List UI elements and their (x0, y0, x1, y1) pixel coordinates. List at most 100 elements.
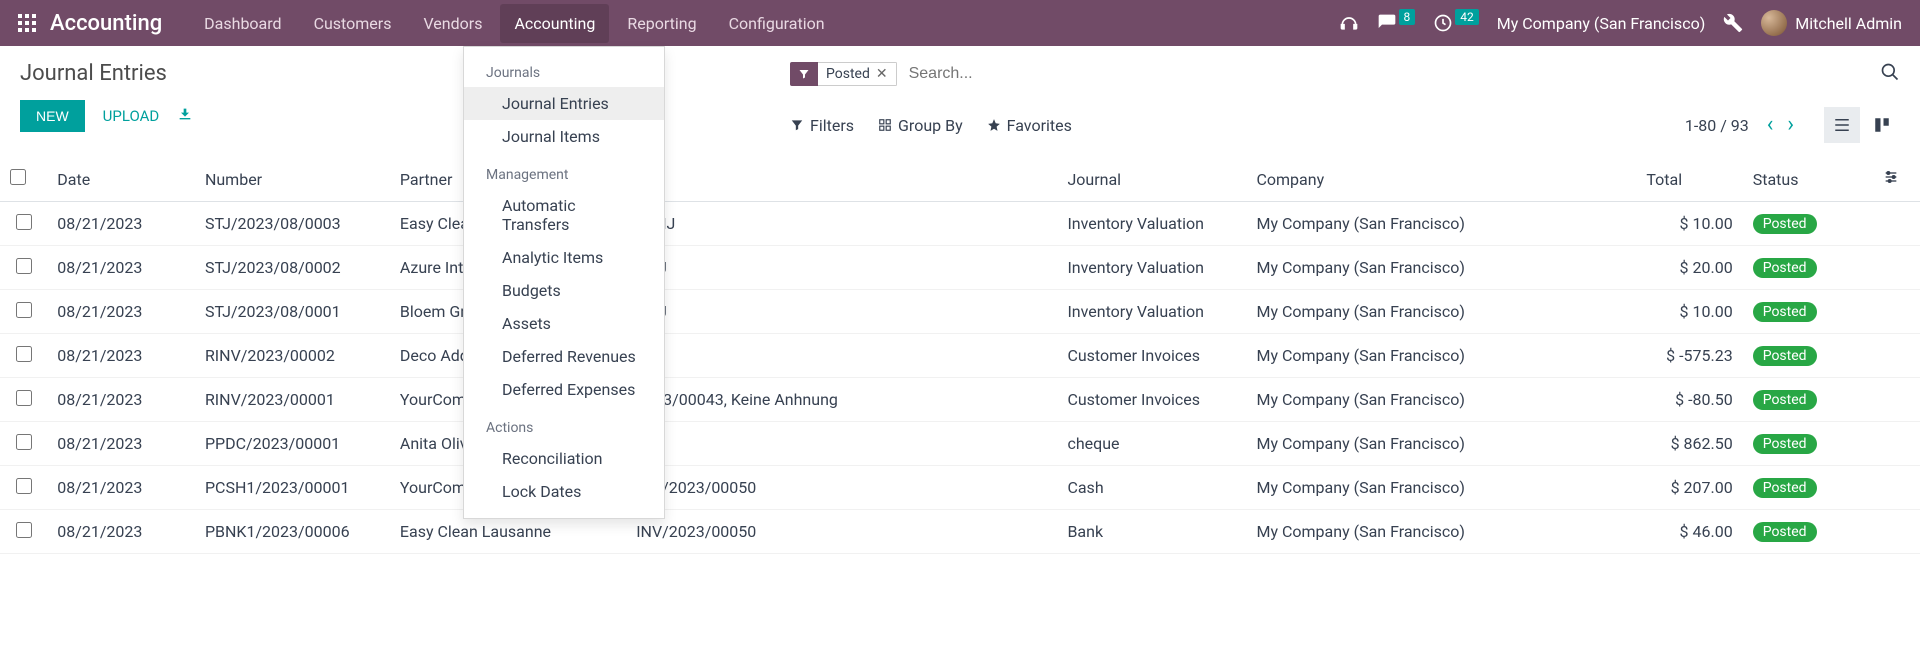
nav-configuration[interactable]: Configuration (715, 4, 839, 43)
nav-vendors[interactable]: Vendors (409, 4, 496, 43)
cell-total: $ 10.00 (1636, 202, 1742, 246)
filters-button[interactable]: Filters (790, 116, 854, 135)
cell-company: My Company (San Francisco) (1246, 202, 1636, 246)
cell-date: 08/21/2023 (47, 378, 195, 422)
col-journal[interactable]: Journal (1057, 157, 1246, 202)
main-nav: Dashboard Customers Vendors Accounting R… (190, 4, 838, 43)
table-row[interactable]: 08/21/2023PBNK1/2023/00006Easy Clean Lau… (0, 510, 1920, 554)
row-checkbox[interactable] (16, 214, 32, 230)
user-menu[interactable]: Mitchell Admin (1761, 10, 1902, 36)
dd-reconciliation[interactable]: Reconciliation (464, 442, 664, 475)
cell-number: STJ/2023/08/0002 (195, 246, 390, 290)
col-status[interactable]: Status (1743, 157, 1873, 202)
cell-company: My Company (San Francisco) (1246, 466, 1636, 510)
optional-columns-button[interactable] (1873, 157, 1920, 202)
table-row[interactable]: 08/21/2023RINV/2023/00001YourCompany, Jo… (0, 378, 1920, 422)
topbar: Accounting Dashboard Customers Vendors A… (0, 0, 1920, 46)
cell-status: Posted (1743, 510, 1873, 554)
app-brand[interactable]: Accounting (50, 11, 162, 36)
table-row[interactable]: 08/21/2023STJ/2023/08/0001Bloem GmbHDHJI… (0, 290, 1920, 334)
dd-journal-items[interactable]: Journal Items (464, 120, 664, 153)
nav-accounting[interactable]: Accounting (500, 4, 609, 43)
kanban-view-button[interactable] (1864, 107, 1900, 143)
cell-company: My Company (San Francisco) (1246, 246, 1636, 290)
dd-journal-entries[interactable]: Journal Entries (464, 87, 664, 120)
table-row[interactable]: 08/21/2023PPDC/2023/00001Anita Oliverche… (0, 422, 1920, 466)
cell-date: 08/21/2023 (47, 466, 195, 510)
groupby-button[interactable]: Group By (878, 116, 963, 135)
activities-badge: 42 (1455, 9, 1479, 25)
messages-icon[interactable]: 8 (1377, 13, 1416, 33)
row-checkbox[interactable] (16, 522, 32, 538)
upload-button[interactable]: UPLOAD (103, 107, 160, 125)
table-row[interactable]: 08/21/2023RINV/2023/00002Deco AddictCust… (0, 334, 1920, 378)
nav-dashboard[interactable]: Dashboard (190, 4, 295, 43)
dd-analytic-items[interactable]: Analytic Items (464, 241, 664, 274)
col-date[interactable]: Date (47, 157, 195, 202)
messages-badge: 8 (1399, 9, 1416, 25)
dd-section-management: Management (464, 163, 664, 189)
row-checkbox[interactable] (16, 258, 32, 274)
row-checkbox[interactable] (16, 478, 32, 494)
facet-label-text: Posted (826, 66, 870, 82)
cell-date: 08/21/2023 (47, 422, 195, 466)
dd-section-actions: Actions (464, 416, 664, 442)
table-row[interactable]: 08/21/2023PCSH1/2023/00001YourCompany, J… (0, 466, 1920, 510)
table-row[interactable]: 08/21/2023STJ/2023/08/0003Easy Clean Lau… (0, 202, 1920, 246)
cell-number: RINV/2023/00002 (195, 334, 390, 378)
cell-number: STJ/2023/08/0003 (195, 202, 390, 246)
new-button[interactable]: NEW (20, 100, 85, 132)
dd-lock-dates[interactable]: Lock Dates (464, 475, 664, 508)
status-badge: Posted (1753, 258, 1817, 278)
nav-customers[interactable]: Customers (300, 4, 406, 43)
cell-total: $ 862.50 (1636, 422, 1742, 466)
download-icon[interactable] (177, 106, 193, 126)
select-all-checkbox[interactable] (10, 169, 26, 185)
cell-date: 08/21/2023 (47, 510, 195, 554)
dd-assets[interactable]: Assets (464, 307, 664, 340)
support-icon[interactable] (1339, 13, 1359, 33)
search-icon[interactable] (1880, 62, 1900, 86)
cell-journal: Bank (1057, 510, 1246, 554)
company-switcher[interactable]: My Company (San Francisco) (1497, 14, 1706, 33)
favorites-button[interactable]: Favorites (987, 116, 1072, 135)
list-view-button[interactable] (1824, 107, 1860, 143)
cell-ref: DHJ (626, 246, 1057, 290)
cell-status: Posted (1743, 246, 1873, 290)
cell-date: 08/21/2023 (47, 334, 195, 378)
filter-facet-posted[interactable]: Posted ✕ (790, 62, 897, 86)
dd-automatic-transfers[interactable]: Automatic Transfers (464, 189, 664, 241)
status-badge: Posted (1753, 478, 1817, 498)
row-checkbox[interactable] (16, 390, 32, 406)
cell-total: $ 10.00 (1636, 290, 1742, 334)
pager-prev-icon[interactable]: ‹ (1763, 114, 1778, 136)
status-badge: Posted (1753, 522, 1817, 542)
col-ref[interactable] (626, 157, 1057, 202)
row-checkbox[interactable] (16, 434, 32, 450)
pager-next-icon[interactable]: › (1783, 114, 1798, 136)
dd-deferred-revenues[interactable]: Deferred Revenues (464, 340, 664, 373)
table-row[interactable]: 08/21/2023STJ/2023/08/0002Azure Interior… (0, 246, 1920, 290)
nav-reporting[interactable]: Reporting (613, 4, 710, 43)
apps-icon[interactable] (18, 14, 36, 32)
cell-company: My Company (San Francisco) (1246, 290, 1636, 334)
facet-remove-icon[interactable]: ✕ (876, 66, 888, 82)
col-company[interactable]: Company (1246, 157, 1636, 202)
page-title: Journal Entries (20, 61, 790, 86)
journal-entries-table: Date Number Partner Journal Company Tota… (0, 157, 1920, 554)
search-input[interactable] (905, 61, 1872, 87)
dd-budgets[interactable]: Budgets (464, 274, 664, 307)
dd-deferred-expenses[interactable]: Deferred Expenses (464, 373, 664, 406)
col-number[interactable]: Number (195, 157, 390, 202)
activities-icon[interactable]: 42 (1433, 13, 1479, 33)
search-bar: Posted ✕ (790, 61, 1900, 87)
status-badge: Posted (1753, 346, 1817, 366)
table-header-row: Date Number Partner Journal Company Tota… (0, 157, 1920, 202)
cell-journal: Inventory Valuation (1057, 246, 1246, 290)
row-checkbox[interactable] (16, 346, 32, 362)
cell-status: Posted (1743, 202, 1873, 246)
debug-icon[interactable] (1723, 13, 1743, 33)
col-total[interactable]: Total (1636, 157, 1742, 202)
pager-text[interactable]: 1-80 / 93 (1685, 116, 1749, 135)
row-checkbox[interactable] (16, 302, 32, 318)
